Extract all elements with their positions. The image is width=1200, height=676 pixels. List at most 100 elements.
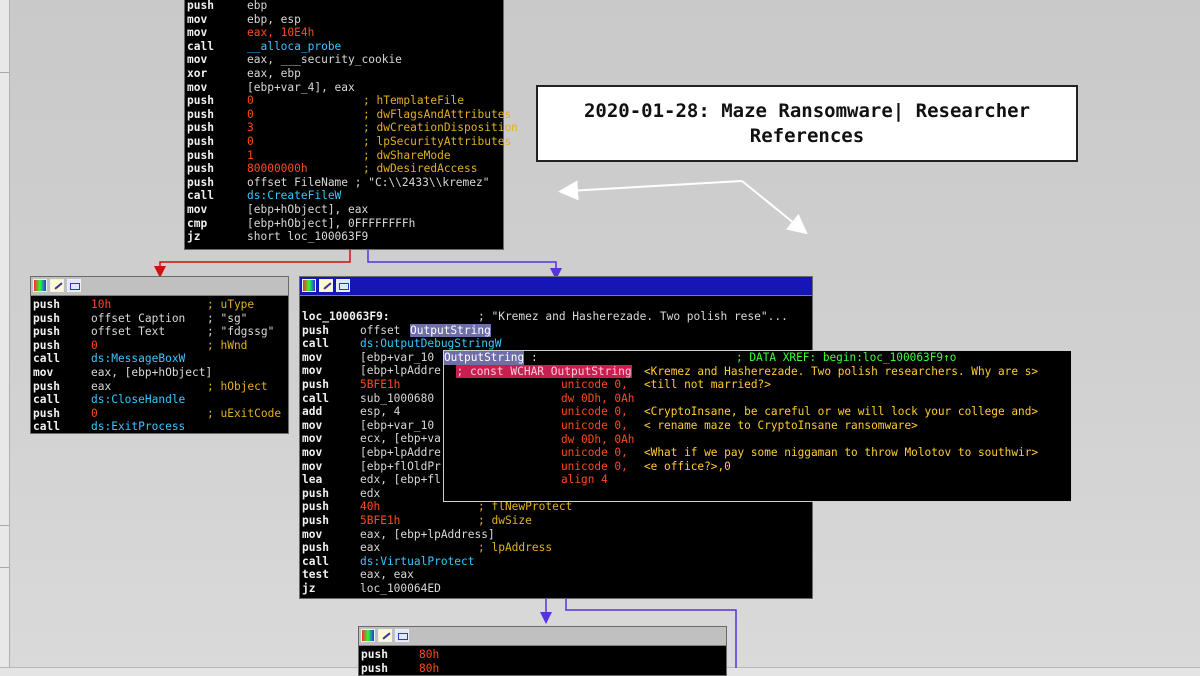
code-line[interactable]: mov eax, [ebp+hObject] <box>33 366 288 380</box>
code-line[interactable]: mov eax, ___security_cookie <box>187 53 503 67</box>
code-line[interactable]: push 80h <box>361 662 726 676</box>
window-icon[interactable] <box>67 279 81 292</box>
comment: ; dwSize <box>478 513 532 527</box>
code-line[interactable]: push 0 ; uExitCode <box>33 407 288 421</box>
code-line[interactable]: call ds:CreateFileW <box>187 189 503 203</box>
operand: 80000000h <box>247 162 308 176</box>
comment: ; dwDesiredAccess <box>363 162 478 176</box>
edit-pencil-icon[interactable] <box>378 629 392 642</box>
edge-false-branch <box>154 250 351 278</box>
code-line[interactable]: push 10h ; uType <box>33 298 288 312</box>
operand[interactable]: ds:CloseHandle <box>91 393 185 407</box>
popup-header-prefix: ; const WCHAR <box>456 364 551 378</box>
mnemonic: push <box>302 323 329 337</box>
popup-row: dw 0Dh, 0Ah <box>444 392 1071 406</box>
code-line[interactable]: mov ebp, esp <box>187 13 503 27</box>
mnemonic: push <box>361 661 388 675</box>
code-line[interactable]: jz loc_100064ED <box>302 582 812 596</box>
code-line[interactable]: push 1 ; dwShareMode <box>187 149 503 163</box>
operand: 0 <box>247 94 254 108</box>
operand: offset Caption <box>91 311 186 325</box>
code-line[interactable]: push eax ; lpAddress <box>302 541 812 555</box>
operand: [ebp+flOldPr <box>360 459 441 473</box>
operand: offset Text <box>91 325 166 339</box>
graph-color-icon[interactable] <box>33 279 47 292</box>
mnemonic: mov <box>187 80 208 94</box>
operand[interactable]: __alloca_probe <box>247 40 341 54</box>
mnemonic: push <box>302 541 329 555</box>
code-line[interactable]: mov [ebp+var_4], eax <box>187 81 503 95</box>
operand[interactable]: ds:MessageBoxW <box>91 352 185 366</box>
code-line[interactable]: call ds:CloseHandle <box>33 393 288 407</box>
edit-pencil-icon[interactable] <box>319 279 333 292</box>
operand[interactable]: ds:OutputDebugStringW <box>360 337 501 351</box>
code-line[interactable]: push 0 ; hTemplateFile <box>187 94 503 108</box>
operand: sub_1000680 <box>360 391 435 405</box>
operand[interactable]: ds:CreateFileW <box>247 189 341 203</box>
code-line[interactable]: mov eax, [ebp+lpAddress] <box>302 528 812 542</box>
code-line[interactable]: call ds:MessageBoxW <box>33 352 288 366</box>
code-block-messagebox[interactable]: push 10h; uType push offset Caption; "sg" pu… <box>30 276 289 434</box>
popup-header: ; const WCHAR OutputString <box>443 351 632 378</box>
mnemonic: push <box>187 0 214 12</box>
code-line[interactable]: push offset Caption ; "sg" <box>33 312 288 326</box>
mnemonic: push <box>187 175 214 189</box>
code-line[interactable]: call ds:VirtualProtect <box>302 555 812 569</box>
code-lines-top: push ebp mov ebp, esp mov eax, 10E4h call __all… <box>185 0 518 244</box>
code-line[interactable]: push offset Text ; "fdgssg" <box>33 325 288 339</box>
code-line[interactable]: push 40h ; flNewProtect <box>302 500 812 514</box>
operand: ; "fdgssg" <box>207 325 275 339</box>
code-block-entry[interactable]: push ebp mov ebp, esp mov eax, 10E4h call __all… <box>184 0 518 250</box>
operand[interactable]: ds:ExitProcess <box>91 420 185 434</box>
popup-xref[interactable]: ; DATA XREF: begin:loc_100063F9↑o <box>736 351 956 365</box>
window-icon[interactable] <box>395 629 409 642</box>
operand[interactable]: ds:VirtualProtect <box>360 555 475 569</box>
code-line[interactable]: xor eax, ebp <box>187 67 503 81</box>
code-line[interactable]: push eax ; hObject <box>33 380 288 394</box>
code-line[interactable]: cmp [ebp+hObject], 0FFFFFFFFh <box>187 217 503 231</box>
code-line[interactable]: mov [ebp+hObject], eax <box>187 203 503 217</box>
popup-rows: unicode 0, <Kremez and Hasherezade. Two p… <box>444 365 1071 487</box>
mnemonic: mov <box>302 364 323 378</box>
code-line[interactable]: mov eax, 10E4h <box>187 26 503 40</box>
graph-color-icon[interactable] <box>302 279 316 292</box>
code-line[interactable]: call ds:ExitProcess <box>33 420 288 434</box>
popup-row: unicode 0, <What if we pay some niggaman … <box>444 446 1071 460</box>
block-label-comment: ; "Kremez and Hasherezade. Two polish re… <box>478 310 788 323</box>
code-line[interactable]: push 3 ; dwCreationDisposition <box>187 121 518 135</box>
popup-row: unicode 0, <till not married?> <box>444 378 1071 392</box>
code-line[interactable]: push 0 ; hWnd <box>33 339 288 353</box>
comment: ; dwCreationDisposition <box>363 121 518 135</box>
comment: ; hTemplateFile <box>363 94 465 108</box>
operand: eax, eax <box>360 568 414 582</box>
operand: [ebp+hObject], eax <box>247 202 369 216</box>
window-icon[interactable] <box>336 279 350 292</box>
block-label[interactable]: loc_100063F9: <box>302 310 390 324</box>
operand[interactable]: OutputString <box>410 323 491 338</box>
code-line[interactable]: call ds:OutputDebugStringW <box>302 337 812 351</box>
code-line[interactable]: push 80000000h ; dwDesiredAccess <box>187 162 503 176</box>
code-line[interactable]: call __alloca_probe <box>187 40 503 54</box>
code-line[interactable]: push offset FileName ; "C:\\2433\\kremez" <box>187 176 503 190</box>
code-line[interactable]: push 5BFE1h ; dwSize <box>302 514 812 528</box>
mnemonic: push <box>302 486 329 500</box>
edit-pencil-icon[interactable] <box>50 279 64 292</box>
mnemonic: call <box>187 189 214 203</box>
code-line[interactable]: push offset OutputString <box>302 323 812 338</box>
mnemonic: push <box>361 648 388 661</box>
code-line[interactable]: push 0 ; dwFlagsAndAttributes <box>187 108 511 122</box>
operand: 3 <box>247 121 254 135</box>
code-block-bottom[interactable]: push 80h push 80h <box>358 626 727 676</box>
code-line[interactable]: push ebp <box>187 0 503 13</box>
operand: 0 <box>91 406 98 420</box>
mnemonic: push <box>302 377 329 391</box>
operand: [ebp+var_4], eax <box>247 80 355 94</box>
popup-directive: align 4 <box>561 473 608 487</box>
code-line[interactable]: jz short loc_100063F9 <box>187 230 503 244</box>
code-line[interactable]: push 0 ; lpSecurityAttributes <box>187 135 511 149</box>
code-line[interactable]: test eax, eax <box>302 568 812 582</box>
code-line[interactable]: push 80h <box>361 648 726 662</box>
mnemonic: call <box>302 554 329 568</box>
operand: [ebp+var_10 <box>360 350 435 364</box>
graph-color-icon[interactable] <box>361 629 375 642</box>
